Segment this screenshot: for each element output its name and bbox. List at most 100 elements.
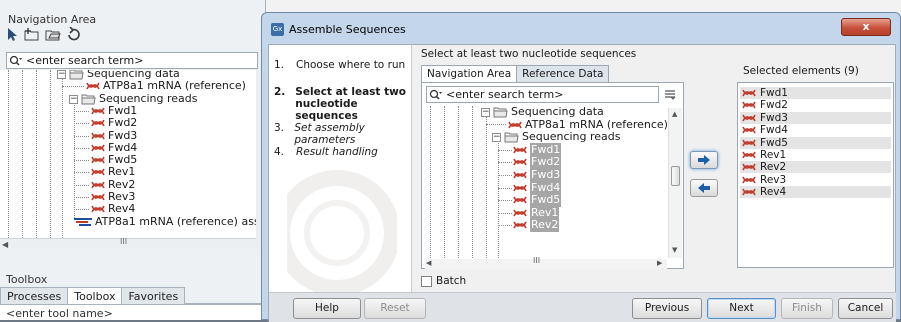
sequence-icon bbox=[742, 126, 756, 134]
filter-icon[interactable] bbox=[664, 88, 676, 100]
batch-label: Batch bbox=[436, 275, 467, 287]
batch-option[interactable]: Batch bbox=[421, 275, 466, 287]
tree-item-label: Sequencing reads bbox=[522, 130, 621, 143]
reset-button[interactable]: Reset bbox=[364, 298, 426, 319]
selected-element[interactable]: Rev1 bbox=[740, 149, 891, 161]
scroll-up-arrow[interactable]: ▲ bbox=[672, 110, 677, 118]
selected-element[interactable]: Fwd2 bbox=[740, 99, 891, 111]
tree-item[interactable]: Fwd2 bbox=[91, 116, 137, 130]
sequence-icon bbox=[513, 184, 527, 192]
remove-from-selection-button[interactable] bbox=[690, 179, 718, 197]
sequence-icon bbox=[513, 221, 527, 229]
scroll-left-arrow[interactable]: ◀ bbox=[426, 259, 431, 267]
tree-guide bbox=[430, 106, 431, 260]
nav-horizontal-scrollbar[interactable]: ◀ III bbox=[0, 237, 256, 249]
source-tabs: Navigation Area Reference Data bbox=[421, 65, 610, 83]
selected-element[interactable]: Rev4 bbox=[740, 186, 891, 199]
sequence-icon bbox=[742, 114, 756, 122]
tree-item[interactable]: Fwd3 bbox=[513, 168, 562, 182]
dialog-search-field[interactable]: <enter search term> bbox=[426, 86, 659, 103]
sequence-icon bbox=[742, 163, 756, 171]
tree-item-label: Fwd3 bbox=[530, 168, 562, 182]
selected-element[interactable]: Fwd1 bbox=[740, 87, 891, 99]
selected-element[interactable]: Rev3 bbox=[740, 174, 891, 186]
dialog-search-placeholder: <enter search term> bbox=[446, 88, 564, 101]
tree-guide bbox=[50, 70, 51, 238]
tree-guide bbox=[74, 209, 89, 210]
tree-item[interactable]: ATP8a1 mRNA (reference) assembly bbox=[74, 215, 256, 229]
nav-search-field[interactable]: <enter search term> bbox=[6, 52, 258, 69]
scrollbar-grip: III bbox=[120, 237, 128, 246]
tab-toolbox[interactable]: Toolbox bbox=[67, 287, 123, 304]
tree-guide bbox=[8, 70, 9, 238]
sequence-icon bbox=[742, 101, 756, 109]
scrollbar-thumb[interactable] bbox=[671, 166, 680, 186]
collapse-toggle-icon[interactable]: − bbox=[69, 94, 78, 104]
tree-guide bbox=[498, 188, 512, 189]
sequence-icon bbox=[513, 158, 527, 166]
tree-item-label: Fwd2 bbox=[108, 116, 138, 129]
collapse-toggle-icon[interactable]: − bbox=[57, 70, 66, 79]
collapse-toggle-icon[interactable]: − bbox=[492, 132, 501, 142]
add-folder-icon[interactable] bbox=[24, 27, 40, 43]
close-button[interactable]: x bbox=[841, 18, 891, 36]
help-button[interactable]: Help bbox=[293, 298, 361, 319]
tree-item[interactable]: Fwd2 bbox=[513, 155, 562, 169]
tree-item[interactable]: Rev2 bbox=[513, 218, 560, 232]
selected-element[interactable]: Fwd3 bbox=[740, 111, 891, 124]
tree-guide bbox=[472, 106, 473, 260]
wizard-steps-panel: 1. Choose where to run 2. Select at least … bbox=[269, 45, 412, 321]
scroll-down-arrow[interactable]: ▼ bbox=[672, 246, 677, 254]
tree-item-label: ATP8a1 mRNA (reference) bbox=[103, 79, 246, 92]
finish-button[interactable]: Finish bbox=[781, 298, 833, 319]
open-folder-icon[interactable] bbox=[45, 27, 61, 43]
selected-element[interactable]: Fwd4 bbox=[740, 124, 891, 136]
dialog-horizontal-scrollbar[interactable]: ◀ III ▶ bbox=[425, 256, 667, 269]
tree-folder[interactable]: − Sequencing reads bbox=[492, 130, 621, 144]
tree-guide bbox=[498, 225, 512, 226]
sequence-icon bbox=[742, 139, 756, 147]
dialog-vertical-scrollbar[interactable]: ▲ ▼ bbox=[668, 108, 682, 258]
step-2: 2. Select at least two nucleotide sequenc… bbox=[274, 86, 407, 122]
sequence-icon bbox=[513, 171, 527, 179]
tree-guide bbox=[458, 106, 459, 260]
step-1: 1. Choose where to run bbox=[274, 59, 406, 71]
selected-element[interactable]: Rev2 bbox=[740, 161, 891, 174]
tree-item[interactable]: Rev4 bbox=[91, 202, 135, 216]
step-3: 3. Set assembly parameters bbox=[274, 122, 365, 146]
batch-checkbox[interactable] bbox=[421, 275, 432, 287]
tree-guide bbox=[498, 213, 512, 214]
cancel-button[interactable]: Cancel bbox=[838, 298, 893, 319]
selected-element-label: Fwd1 bbox=[760, 87, 788, 99]
sequence-icon bbox=[91, 193, 105, 201]
next-button[interactable]: Next bbox=[707, 298, 776, 319]
add-to-selection-button[interactable] bbox=[690, 151, 718, 169]
search-icon bbox=[429, 89, 443, 101]
previous-button[interactable]: Previous bbox=[632, 298, 702, 319]
sequence-icon bbox=[91, 144, 105, 152]
tree-item[interactable]: ATP8a1 mRNA (reference) bbox=[86, 79, 246, 93]
cursor-icon[interactable] bbox=[5, 27, 19, 43]
nav-tree: − Sequencing data ATP8a1 mRNA (reference) −… bbox=[0, 70, 256, 238]
selected-elements-list: Fwd1 Fwd2 Fwd3 Fwd4 Fwd5 Rev1 Rev2 Rev3 Rev4 bbox=[737, 82, 894, 268]
tool-name-input[interactable]: <enter tool name> bbox=[0, 304, 262, 320]
instruction-text: Select at least two nucleotide sequences bbox=[421, 48, 637, 60]
sequence-icon bbox=[742, 151, 756, 159]
tree-item[interactable]: Fwd5 bbox=[513, 193, 562, 207]
tab-processes[interactable]: Processes bbox=[0, 287, 69, 304]
collapse-toggle-icon[interactable]: − bbox=[481, 107, 490, 117]
tree-item-label: ATP8a1 mRNA (reference) assembly bbox=[95, 215, 256, 228]
scroll-left-arrow[interactable]: ◀ bbox=[2, 240, 8, 249]
refresh-icon[interactable] bbox=[66, 27, 81, 43]
folder-icon bbox=[69, 70, 84, 80]
dialog-body: 1. Choose where to run 2. Select at least … bbox=[268, 44, 896, 322]
tree-item[interactable]: Rev1 bbox=[91, 165, 135, 179]
selected-element[interactable]: Fwd5 bbox=[740, 136, 891, 149]
tab-favorites[interactable]: Favorites bbox=[121, 287, 186, 304]
scroll-right-arrow[interactable]: ▶ bbox=[657, 259, 662, 267]
tree-guide bbox=[62, 86, 84, 87]
tab-navigation-area[interactable]: Navigation Area bbox=[421, 65, 518, 83]
app-logo-icon: Gx bbox=[271, 23, 284, 36]
tree-guide bbox=[486, 114, 487, 260]
tab-reference-data[interactable]: Reference Data bbox=[516, 65, 610, 83]
